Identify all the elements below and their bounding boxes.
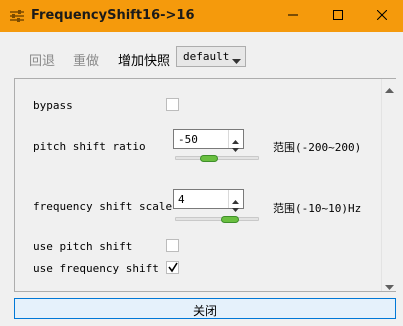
minimize-button[interactable]	[271, 0, 315, 32]
spin-up-icon[interactable]	[232, 193, 239, 204]
chevron-down-icon	[232, 54, 241, 64]
parameters-panel: bypass pitch shift ratio -50 范围(-200~200…	[14, 78, 397, 292]
close-button-label: 关闭	[192, 304, 217, 318]
close-icon	[376, 9, 388, 23]
minimize-icon	[288, 9, 298, 23]
add-preset-button[interactable]: 增加快照	[118, 50, 170, 69]
spin-down-icon[interactable]	[232, 201, 239, 212]
pitch-shift-ratio-value: -50	[178, 133, 198, 146]
scroll-down-icon[interactable]	[385, 280, 394, 290]
use-frequency-shift-label: use frequency shift	[33, 262, 159, 275]
pitch-shift-ratio-slider-thumb[interactable]	[200, 155, 218, 162]
plugin-window: FrequencyShift16->16 回退 重做 增加快照 default	[0, 0, 403, 326]
maximize-icon	[333, 9, 343, 23]
maximize-button[interactable]	[316, 0, 360, 32]
pitch-shift-ratio-slider[interactable]	[175, 155, 259, 162]
bypass-label: bypass	[33, 99, 73, 112]
checkmark-icon	[168, 262, 178, 273]
frequency-shift-scale-value: 4	[178, 193, 185, 206]
spin-down-icon[interactable]	[232, 141, 239, 152]
use-pitch-shift-label: use pitch shift	[33, 240, 133, 253]
preset-dropdown[interactable]: default	[176, 46, 246, 67]
sliders-icon	[9, 8, 25, 24]
undo-button[interactable]: 回退	[29, 50, 55, 69]
frequency-shift-scale-label: frequency shift scale	[33, 200, 173, 213]
frequency-shift-scale-slider[interactable]	[175, 216, 259, 223]
vertical-scrollbar[interactable]	[381, 79, 397, 291]
frequency-shift-scale-range: 范围(-10~10)Hz	[273, 202, 362, 215]
pitch-shift-ratio-spinbox[interactable]: -50	[173, 129, 244, 152]
pitch-shift-ratio-label: pitch shift ratio	[33, 140, 146, 153]
scroll-up-icon[interactable]	[385, 83, 394, 93]
close-button[interactable]: 关闭	[14, 298, 396, 319]
window-title: FrequencyShift16->16	[31, 8, 195, 23]
redo-button[interactable]: 重做	[73, 50, 99, 69]
frequency-shift-scale-slider-thumb[interactable]	[221, 216, 239, 223]
pitch-shift-ratio-stepper[interactable]	[228, 130, 243, 152]
toolbar: 回退 重做 增加快照 default	[0, 32, 403, 74]
use-frequency-shift-checkbox[interactable]	[166, 261, 179, 274]
frequency-shift-scale-spinbox[interactable]: 4	[173, 189, 244, 212]
frequency-shift-scale-stepper[interactable]	[228, 190, 243, 212]
spin-up-icon[interactable]	[232, 133, 239, 144]
pitch-shift-ratio-range: 范围(-200~200)	[273, 141, 362, 154]
preset-value: default	[183, 50, 230, 63]
bypass-checkbox[interactable]	[166, 98, 179, 111]
title-bar[interactable]: FrequencyShift16->16	[0, 0, 403, 32]
use-pitch-shift-checkbox[interactable]	[166, 239, 179, 252]
close-window-button[interactable]	[360, 0, 403, 32]
